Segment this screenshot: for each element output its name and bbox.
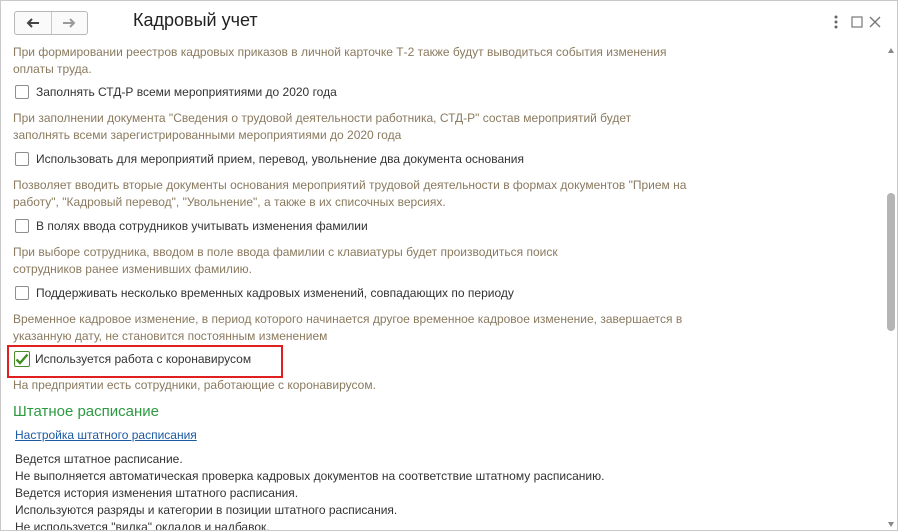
back-button[interactable] [15,12,51,34]
scroll-up-icon[interactable] [888,48,894,53]
checkbox-label[interactable]: Заполнять СТД-Р всеми мероприятиями до 2… [36,85,337,99]
more-menu-icon[interactable] [827,13,845,31]
note-line: оплаты труда. [13,62,92,76]
maximize-icon[interactable] [848,13,866,31]
section-title-staffing: Штатное расписание [13,403,160,420]
window-header: Кадровый учет [1,1,897,45]
checkbox-label[interactable]: Поддерживать несколько временных кадровы… [36,286,514,300]
checkbox-row-two-docs[interactable]: Использовать для мероприятий прием, пере… [15,151,524,167]
note-temp-changes: Временное кадровое изменение, в период к… [13,311,682,345]
note-line: При формировании реестров кадровых прика… [13,45,667,59]
note-line: При выборе сотрудника, вводом в поле вво… [13,245,558,259]
arrow-left-icon [26,18,39,28]
scroll-thumb[interactable] [887,193,895,331]
note-line: При заполнении документа "Сведения о тру… [13,111,632,125]
checkbox-label[interactable]: Используется работа с коронавирусом [35,352,251,366]
note-payroll-registry: При формировании реестров кадровых прика… [13,45,667,78]
checkbox-coronavirus[interactable] [14,351,30,367]
staffing-settings-link[interactable]: Настройка штатного расписания [15,428,197,442]
status-line: Ведется штатное расписание. [15,452,183,466]
checkbox-surname[interactable] [15,219,29,233]
note-line: работу", "Кадровый перевод", "Увольнение… [13,195,446,209]
checkbox-row-temp-changes[interactable]: Поддерживать несколько временных кадровы… [15,285,514,301]
checkbox-row-stdr[interactable]: Заполнять СТД-Р всеми мероприятиями до 2… [15,84,337,100]
status-line: Не используется "вилка" окладов и надбав… [15,520,270,530]
note-coronavirus: На предприятии есть сотрудники, работающ… [13,377,376,394]
note-line: Позволяет вводить вторые документы основ… [13,178,687,192]
status-line: Ведется история изменения штатного распи… [15,486,299,500]
note-line: Временное кадровое изменение, в период к… [13,312,683,326]
note-line: указанную дату, не становится постоянным… [13,329,328,343]
settings-content: При формировании реестров кадровых прика… [1,45,885,530]
arrow-right-icon [63,18,76,28]
forward-button[interactable] [50,12,88,34]
note-line: На предприятии есть сотрудники, работающ… [13,378,376,392]
note-two-docs: Позволяет вводить вторые документы основ… [13,177,686,211]
note-surname: При выборе сотрудника, вводом в поле вво… [13,244,558,278]
staffing-status-text: Ведется штатное расписание. Не выполняет… [15,451,604,530]
checkbox-two-docs[interactable] [15,152,29,166]
window-title: Кадровый учет [133,10,258,30]
vertical-scrollbar[interactable] [885,45,897,530]
checkbox-label[interactable]: В полях ввода сотрудников учитывать изме… [36,219,368,233]
settings-window: Кадровый учет При формировании реестров … [0,0,898,531]
close-icon[interactable] [866,13,884,31]
note-stdr: При заполнении документа "Сведения о тру… [13,110,631,144]
navigation-buttons [14,11,88,35]
checkbox-stdr[interactable] [15,85,29,99]
note-line: заполнять всеми зарегистрированными меро… [13,128,402,142]
checkmark-icon [15,353,29,365]
note-line: сотрудников ранее изменивших фамилию. [13,262,252,276]
checkbox-row-surname[interactable]: В полях ввода сотрудников учитывать изме… [15,218,368,234]
scroll-down-icon[interactable] [888,522,894,527]
status-line: Не выполняется автоматическая проверка к… [15,469,605,483]
checkbox-label[interactable]: Использовать для мероприятий прием, пере… [36,152,524,166]
checkbox-row-coronavirus[interactable]: Используется работа с коронавирусом [14,351,251,367]
status-line: Используются разряды и категории в позиц… [15,503,398,517]
checkbox-temp-changes[interactable] [15,286,29,300]
